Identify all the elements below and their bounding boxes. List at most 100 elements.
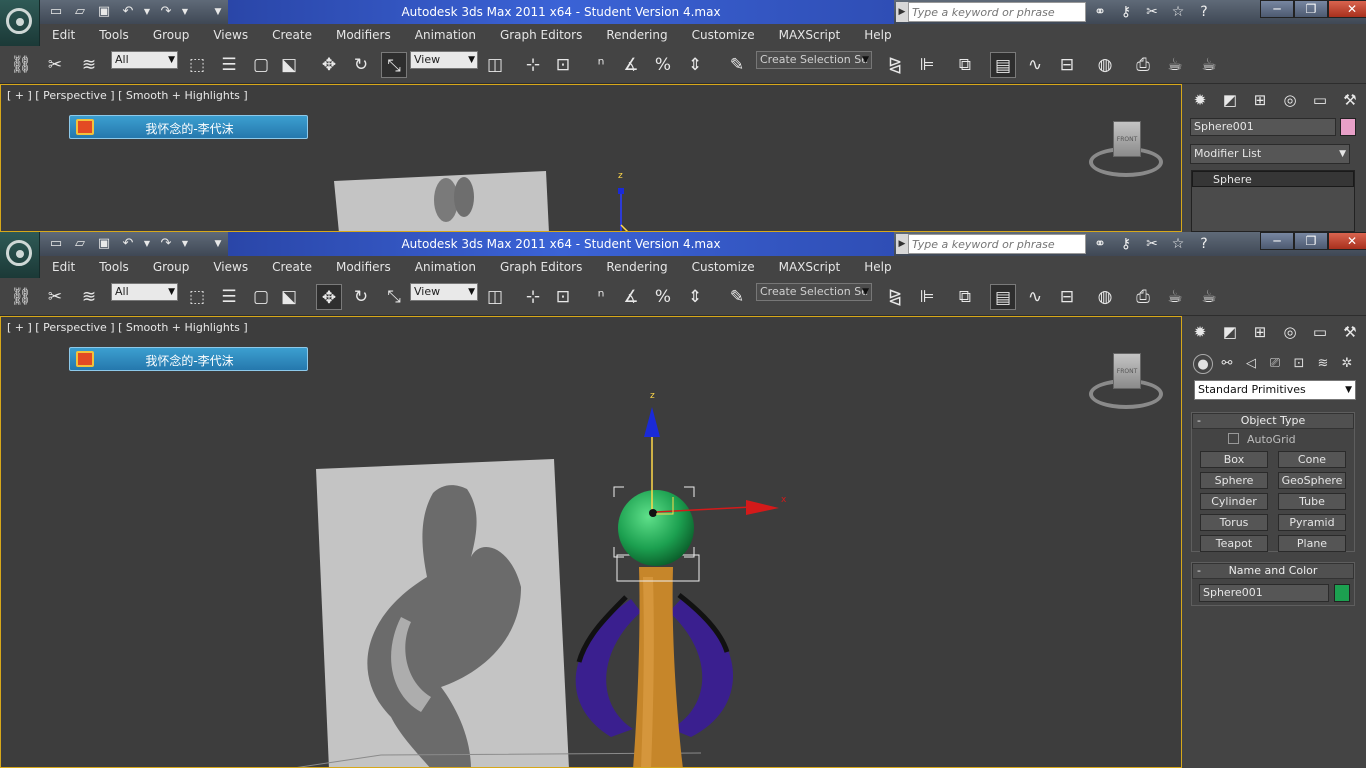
rectangular-selection-icon[interactable]: ▢ <box>248 284 274 310</box>
link-icon[interactable]: ⛓ <box>8 284 34 310</box>
space-warps-icon[interactable]: ≋ <box>1313 354 1333 374</box>
utilities-tab-icon[interactable]: ⚒ <box>1337 88 1363 112</box>
open-icon[interactable]: ▱ <box>70 235 90 253</box>
select-by-name-icon[interactable]: ☰ <box>216 284 242 310</box>
menu-rendering[interactable]: Rendering <box>594 24 679 46</box>
new-icon[interactable]: ▭ <box>46 3 66 21</box>
menu-help[interactable]: Help <box>852 256 903 278</box>
perspective-viewport[interactable]: [ + ] [ Perspective ] [ Smooth + Highlig… <box>0 84 1182 232</box>
graphite-modeling-icon[interactable]: ▤ <box>990 284 1016 310</box>
snaps-toggle-icon[interactable]: ⁿ <box>588 284 614 310</box>
menu-animation[interactable]: Animation <box>403 256 488 278</box>
save-icon[interactable]: ▣ <box>94 235 114 253</box>
expand-icon[interactable]: ▶ <box>896 234 908 254</box>
viewcube-face[interactable]: FRONT <box>1113 353 1141 389</box>
cylinder-button[interactable]: Cylinder <box>1200 493 1268 510</box>
object-name-field[interactable]: Sphere001 <box>1190 118 1336 136</box>
angle-snap-icon[interactable]: ∡ <box>618 284 644 310</box>
scale-icon[interactable]: ⤡ <box>381 284 407 310</box>
menu-create[interactable]: Create <box>260 256 324 278</box>
create-tab-icon[interactable]: ✹ <box>1187 88 1213 112</box>
star-icon[interactable]: ☆ <box>1168 2 1188 22</box>
pyramid-button[interactable]: Pyramid <box>1278 514 1346 531</box>
viewcube[interactable]: FRONT <box>1089 121 1163 181</box>
menu-views[interactable]: Views <box>201 256 260 278</box>
angle-snap-icon[interactable]: ∡ <box>618 52 644 78</box>
geosphere-button[interactable]: GeoSphere <box>1278 472 1346 489</box>
object-color-swatch[interactable] <box>1334 584 1350 602</box>
perspective-viewport[interactable]: [ + ] [ Perspective ] [ Smooth + Highlig… <box>0 316 1182 768</box>
selection-filter-dropdown[interactable]: All <box>111 283 178 301</box>
help-icon[interactable]: ? <box>1194 2 1214 22</box>
display-tab-icon[interactable]: ▭ <box>1307 88 1333 112</box>
menu-edit[interactable]: Edit <box>40 24 87 46</box>
redo-icon[interactable]: ↷ <box>156 3 176 21</box>
hierarchy-tab-icon[interactable]: ⊞ <box>1247 320 1273 344</box>
open-icon[interactable]: ▱ <box>70 3 90 21</box>
dropdown-arrow-icon[interactable]: ▼ <box>142 3 152 21</box>
close-button[interactable]: ✕ <box>1328 232 1366 250</box>
menu-customize[interactable]: Customize <box>680 256 767 278</box>
dropdown-arrow-icon[interactable]: ▼ <box>180 3 190 21</box>
render-production-icon[interactable]: ☕ <box>1196 284 1222 310</box>
key-icon[interactable]: ⚷ <box>1116 234 1136 254</box>
customize-qat-icon[interactable]: ▼ <box>208 3 228 21</box>
unlink-icon[interactable]: ✂ <box>42 284 68 310</box>
object-color-swatch[interactable] <box>1340 118 1356 136</box>
help-icon[interactable]: ? <box>1194 234 1214 254</box>
named-selection-set-input[interactable]: Create Selection Se <box>756 51 872 69</box>
object-type-header[interactable]: - Object Type <box>1192 413 1354 429</box>
window-crossing-icon[interactable]: ⬕ <box>276 52 302 78</box>
viewcube[interactable]: FRONT <box>1089 353 1163 413</box>
mirror-icon[interactable]: ⧎ <box>882 52 908 78</box>
redo-icon[interactable]: ↷ <box>156 235 176 253</box>
reference-coordinate-dropdown[interactable]: View <box>410 283 478 301</box>
rectangular-selection-icon[interactable]: ▢ <box>248 52 274 78</box>
search-input[interactable] <box>908 234 1086 254</box>
maximize-button[interactable]: ❐ <box>1294 232 1328 250</box>
schematic-view-icon[interactable]: ⊟ <box>1054 52 1080 78</box>
undo-icon[interactable]: ↶ <box>118 235 138 253</box>
teapot-button[interactable]: Teapot <box>1200 535 1268 552</box>
menu-tools[interactable]: Tools <box>87 24 141 46</box>
menu-maxscript[interactable]: MAXScript <box>767 256 853 278</box>
cameras-icon[interactable]: ⎚ <box>1265 354 1285 374</box>
maximize-button[interactable]: ❐ <box>1294 0 1328 18</box>
rotate-icon[interactable]: ↻ <box>348 52 374 78</box>
key-icon[interactable]: ⚷ <box>1116 2 1136 22</box>
box-button[interactable]: Box <box>1200 451 1268 468</box>
select-object-icon[interactable]: ⬚ <box>184 52 210 78</box>
save-icon[interactable]: ▣ <box>94 3 114 21</box>
render-setup-icon[interactable]: ⎙ <box>1130 52 1156 78</box>
menu-customize[interactable]: Customize <box>680 24 767 46</box>
spinner-snap-icon[interactable]: ⇕ <box>682 52 708 78</box>
material-editor-icon[interactable]: ◍ <box>1092 52 1118 78</box>
tube-button[interactable]: Tube <box>1278 493 1346 510</box>
bind-space-warp-icon[interactable]: ≋ <box>76 52 102 78</box>
window-crossing-icon[interactable]: ⬕ <box>276 284 302 310</box>
curve-editor-icon[interactable]: ∿ <box>1022 52 1048 78</box>
curve-editor-icon[interactable]: ∿ <box>1022 284 1048 310</box>
unlink-icon[interactable]: ✂ <box>42 52 68 78</box>
select-manipulate-icon[interactable]: ⊹ <box>520 284 546 310</box>
menu-group[interactable]: Group <box>141 24 202 46</box>
graphite-modeling-icon[interactable]: ▤ <box>990 52 1016 78</box>
helpers-icon[interactable]: ⊡ <box>1289 354 1309 374</box>
edit-named-selection-icon[interactable]: ✎ <box>724 52 750 78</box>
scale-icon[interactable]: ⤡ <box>381 52 407 78</box>
name-and-color-header[interactable]: - Name and Color <box>1192 563 1354 579</box>
expand-icon[interactable]: ▶ <box>896 2 908 22</box>
binoculars-icon[interactable]: ⚭ <box>1090 2 1110 22</box>
spinner-snap-icon[interactable]: ⇕ <box>682 284 708 310</box>
select-manipulate-icon[interactable]: ⊹ <box>520 52 546 78</box>
menu-graph-editors[interactable]: Graph Editors <box>488 256 594 278</box>
create-tab-icon[interactable]: ✹ <box>1187 320 1213 344</box>
hierarchy-tab-icon[interactable]: ⊞ <box>1247 88 1273 112</box>
pivot-center-icon[interactable]: ◫ <box>482 52 508 78</box>
dropdown-arrow-icon[interactable]: ▼ <box>180 235 190 253</box>
menu-animation[interactable]: Animation <box>403 24 488 46</box>
plane-button[interactable]: Plane <box>1278 535 1346 552</box>
menu-views[interactable]: Views <box>201 24 260 46</box>
application-button[interactable] <box>0 0 40 46</box>
percent-snap-icon[interactable]: % <box>650 52 676 78</box>
